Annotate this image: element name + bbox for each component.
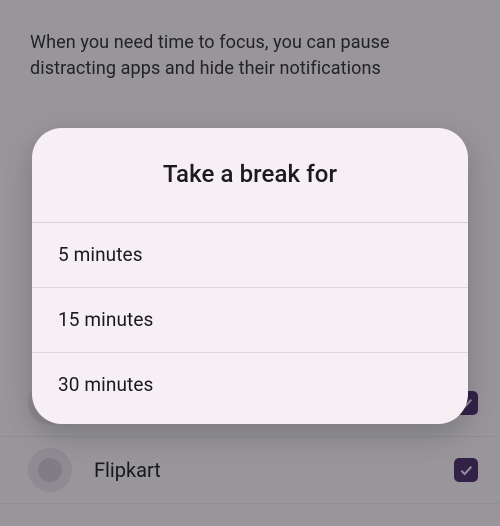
break-option-30-minutes[interactable]: 30 minutes [32, 353, 468, 424]
take-a-break-dialog: Take a break for 5 minutes 15 minutes 30… [32, 128, 468, 424]
screen: When you need time to focus, you can pau… [0, 0, 500, 526]
break-option-5-minutes[interactable]: 5 minutes [32, 223, 468, 288]
break-option-15-minutes[interactable]: 15 minutes [32, 288, 468, 353]
dialog-title: Take a break for [32, 128, 468, 223]
